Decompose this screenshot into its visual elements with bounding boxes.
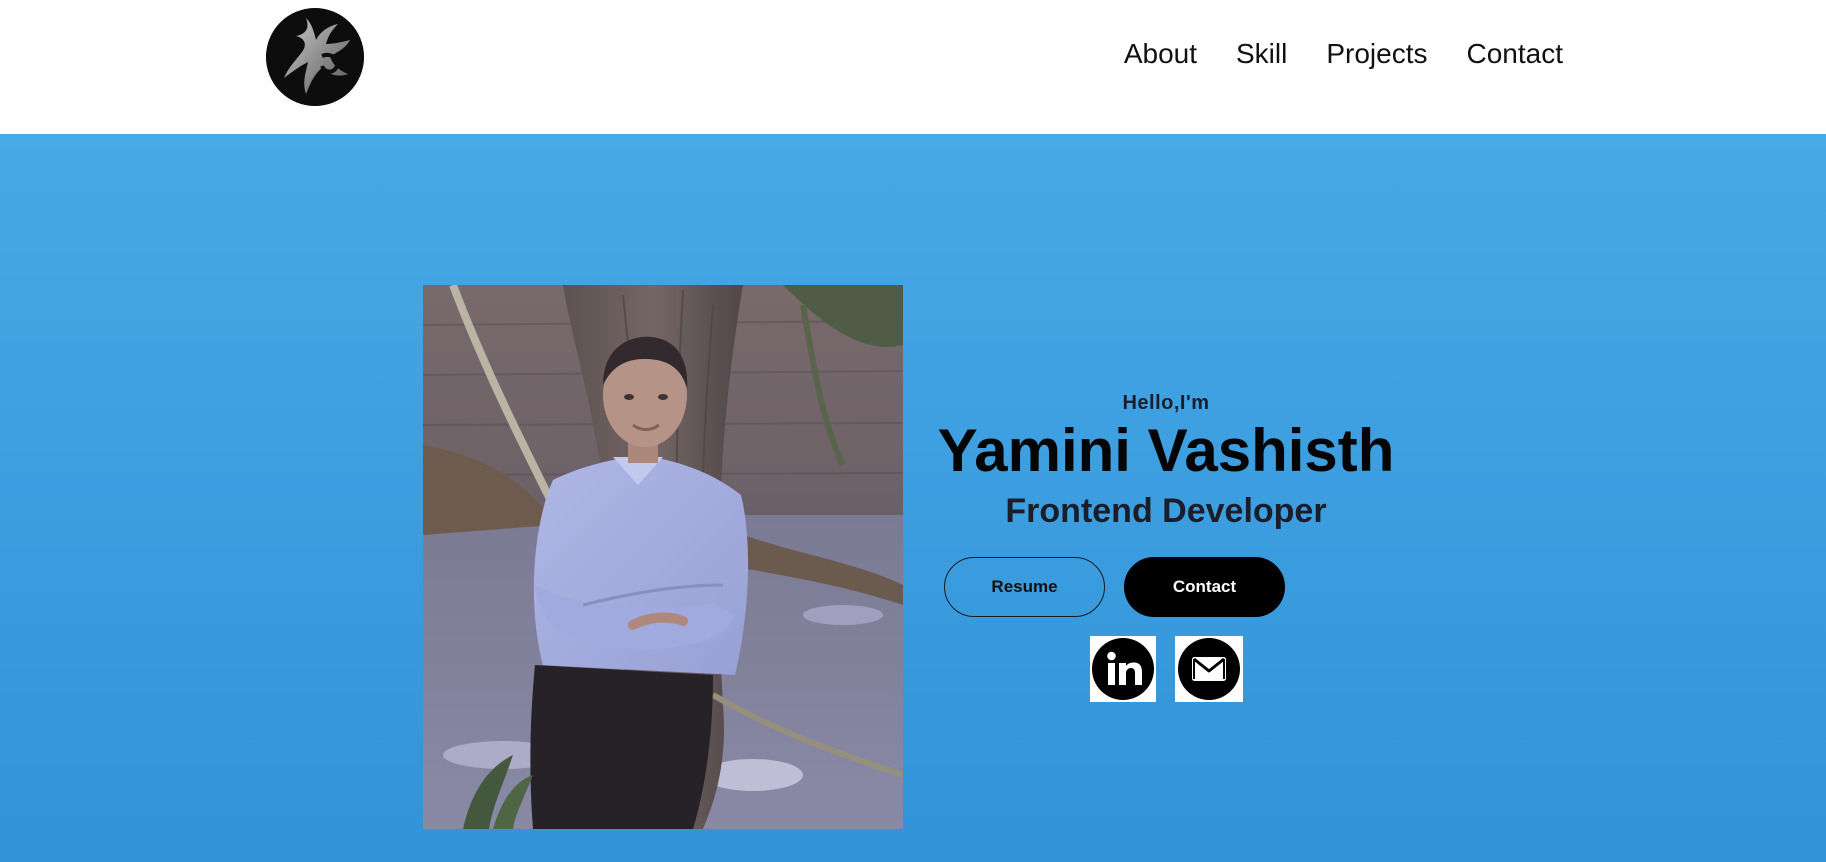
profile-photo: [423, 285, 903, 829]
nav-links: About Skill Projects Contact: [1124, 38, 1563, 70]
resume-button[interactable]: Resume: [944, 557, 1105, 617]
nav-item-about: About: [1124, 38, 1197, 70]
social-links: [1090, 636, 1243, 702]
hero-buttons: Resume Contact: [944, 557, 1285, 617]
mail-icon[interactable]: [1175, 636, 1243, 702]
hero-name: Yamini Vashisth: [937, 417, 1395, 484]
intro-block: Hello,I'm Yamini Vashisth Frontend Devel…: [930, 392, 1402, 531]
navbar: About Skill Projects Contact: [0, 0, 1826, 134]
hero-section: Hello,I'm Yamini Vashisth Frontend Devel…: [0, 134, 1826, 862]
contact-button[interactable]: Contact: [1124, 557, 1285, 617]
nav-link-contact[interactable]: Contact: [1467, 38, 1564, 69]
hero-role: Frontend Developer: [1005, 492, 1327, 530]
nav-item-projects: Projects: [1326, 38, 1427, 70]
linkedin-icon[interactable]: [1090, 636, 1156, 702]
nav-item-skill: Skill: [1236, 38, 1287, 70]
nav-link-skill[interactable]: Skill: [1236, 38, 1287, 69]
nav-link-projects[interactable]: Projects: [1326, 38, 1427, 69]
logo-icon[interactable]: [266, 8, 364, 106]
greeting-text: Hello,I'm: [1122, 392, 1210, 414]
nav-link-about[interactable]: About: [1124, 38, 1197, 69]
nav-item-contact: Contact: [1467, 38, 1564, 70]
